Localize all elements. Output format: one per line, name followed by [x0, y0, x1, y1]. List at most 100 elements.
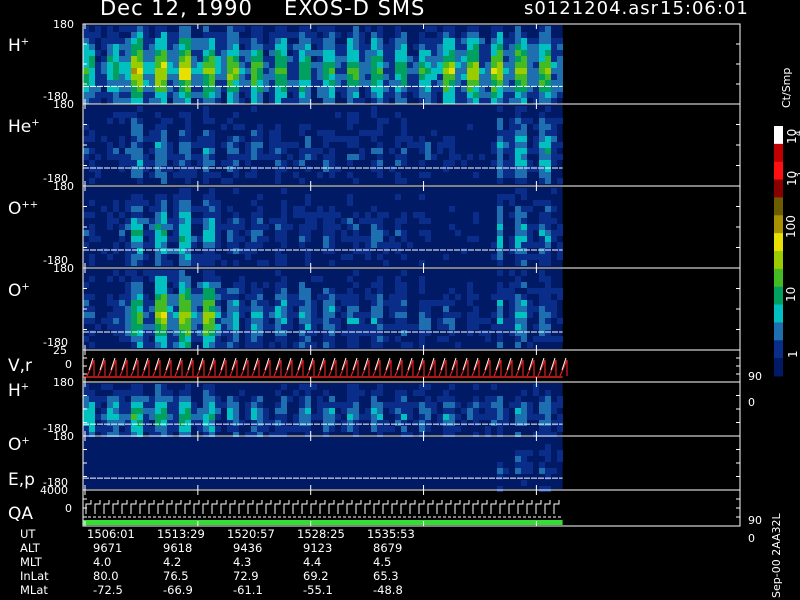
- spectrogram-cell: [215, 206, 221, 212]
- spectrogram-cell: [185, 98, 191, 104]
- spectrogram-cell: [281, 50, 287, 56]
- spectrogram-cell: [317, 50, 323, 56]
- ep-step-trace: [427, 500, 434, 514]
- spectrogram-cell: [377, 288, 383, 294]
- spectrogram-cell: [143, 336, 149, 342]
- spectrogram-cell: [191, 330, 197, 336]
- spectrogram-cell: [425, 142, 431, 148]
- spectrogram-cell: [533, 50, 539, 56]
- spectrogram-cell: [107, 26, 113, 32]
- spectrogram-cell: [161, 136, 167, 142]
- spectrogram-cell: [317, 130, 323, 136]
- spectrogram-cell: [161, 390, 167, 396]
- spectrogram-cell: [347, 38, 353, 44]
- spectrogram-cell: [425, 62, 431, 68]
- spectrogram-cell: [83, 294, 89, 300]
- spectrogram-cell: [257, 38, 263, 44]
- spectrogram-cell: [179, 390, 185, 396]
- spectrogram-cell: [449, 74, 455, 80]
- spectrogram-cell: [371, 294, 377, 300]
- spectrogram-cell: [323, 248, 329, 254]
- spectrogram-cell: [125, 68, 131, 74]
- spectrogram-cell: [383, 230, 389, 236]
- spectrogram-cell: [485, 318, 491, 324]
- spectrogram-cell: [503, 294, 509, 300]
- spectrogram-cell: [125, 420, 131, 426]
- spectrogram-cell: [173, 62, 179, 68]
- spectrogram-cell: [533, 200, 539, 206]
- orbit-value: 4.5: [373, 555, 391, 569]
- spectrogram-cell: [323, 98, 329, 104]
- spectrogram-cell: [101, 62, 107, 68]
- spectrogram-cell: [233, 342, 239, 348]
- spectrogram-cell: [299, 212, 305, 218]
- spectrogram-cell: [443, 396, 449, 402]
- spectrogram-cell: [197, 408, 203, 414]
- spectrogram-cell: [527, 160, 533, 166]
- spectrogram-cell: [161, 26, 167, 32]
- spectrogram-cell: [545, 38, 551, 44]
- spectrogram-cell: [137, 160, 143, 166]
- spectrogram-cell: [233, 218, 239, 224]
- spectrogram-cell: [401, 98, 407, 104]
- spectrogram-cell: [503, 420, 509, 426]
- spectrogram-cell: [425, 38, 431, 44]
- spectrogram-cell: [491, 62, 497, 68]
- spectrogram-cell: [143, 330, 149, 336]
- spectrogram-cell: [347, 92, 353, 98]
- spectrogram-cell: [185, 74, 191, 80]
- spectrogram-cell: [431, 92, 437, 98]
- spectrogram-cell: [473, 32, 479, 38]
- colorbar-tick-label: 1: [786, 350, 800, 358]
- spectrogram-cell: [161, 300, 167, 306]
- spectrogram-cell: [167, 80, 173, 86]
- spectrogram-cell: [269, 136, 275, 142]
- spectrogram-cell: [305, 154, 311, 160]
- spectrogram-cell: [161, 68, 167, 74]
- spectrogram-cell: [311, 330, 317, 336]
- spectrogram-cell: [497, 336, 503, 342]
- panel-label-o-plus-plus-text: O: [8, 199, 22, 219]
- spectrogram-cell: [119, 38, 125, 44]
- spectrogram-cell: [377, 118, 383, 124]
- spectrogram-cell: [551, 56, 557, 62]
- spectrogram-cell: [251, 336, 257, 342]
- spectrogram-cell: [455, 80, 461, 86]
- spectrogram-cell: [221, 142, 227, 148]
- spectrogram-cell: [413, 420, 419, 426]
- spectrogram-cell: [89, 396, 95, 402]
- spectrogram-cell: [149, 230, 155, 236]
- spectrogram-cell: [413, 68, 419, 74]
- spectrogram-cell: [545, 260, 551, 266]
- spectrogram-cell: [251, 330, 257, 336]
- spectrogram-cell: [479, 74, 485, 80]
- spectrogram-cell: [251, 74, 257, 80]
- spectrogram-cell: [521, 270, 527, 276]
- spectrogram-cell: [371, 242, 377, 248]
- orbit-value: -55.1: [303, 583, 333, 597]
- spectrogram-cell: [473, 38, 479, 44]
- spectrogram-cell: [161, 38, 167, 44]
- spectrogram-cell: [263, 324, 269, 330]
- spectrogram-cell: [545, 154, 551, 160]
- spectrogram-cell: [299, 384, 305, 390]
- spectrogram-cell: [167, 236, 173, 242]
- spectrogram-cell: [215, 396, 221, 402]
- spectrogram-cell: [497, 130, 503, 136]
- spectrogram-cell: [143, 230, 149, 236]
- spectrogram-cell: [287, 56, 293, 62]
- spectrogram-cell: [215, 74, 221, 80]
- spectrogram-cell: [497, 154, 503, 160]
- spectrogram-cell: [263, 318, 269, 324]
- spectrogram-cell: [167, 396, 173, 402]
- spectrogram-cell: [383, 74, 389, 80]
- spectrogram-cell: [83, 426, 89, 432]
- spectrogram-cell: [101, 38, 107, 44]
- spectrogram-cell: [155, 194, 161, 200]
- spectrogram-cell: [527, 38, 533, 44]
- spectrogram-cell: [329, 236, 335, 242]
- spectrogram-cell: [461, 50, 467, 56]
- spectrogram-cell: [215, 342, 221, 348]
- spectrogram-cell: [95, 414, 101, 420]
- spectrogram-cell: [347, 254, 353, 260]
